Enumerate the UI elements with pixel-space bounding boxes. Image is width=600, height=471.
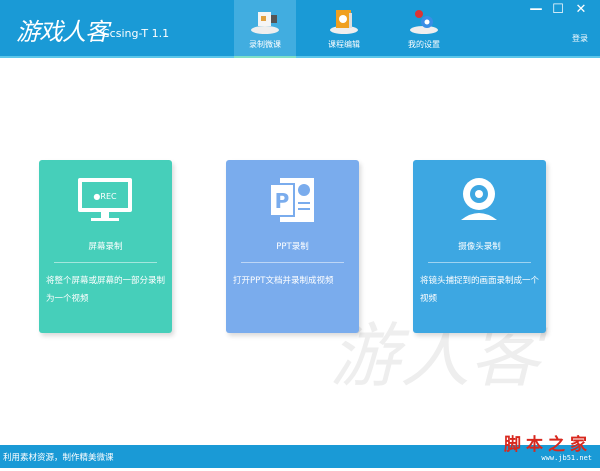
watermark-url: www.jb51.net <box>541 454 592 462</box>
status-text: 利用素材资源，制作精美微课 <box>3 453 114 463</box>
tab-label: 录制微课 <box>249 40 281 49</box>
login-link[interactable]: 登录 <box>572 33 588 44</box>
divider <box>241 262 344 263</box>
tab-record[interactable]: 录制微课 <box>234 0 296 58</box>
watermark-cn: 脚本之家 <box>504 435 592 455</box>
screen-record-card[interactable]: ●REC 屏幕录制 将整个屏幕或屏幕的一部分录制为一个视频 <box>39 160 172 333</box>
gear-icon <box>410 10 438 34</box>
card-title: 屏幕录制 <box>88 242 123 252</box>
app-logo: 游戏人客 <box>16 18 109 46</box>
tab-label: 课程编辑 <box>328 40 360 49</box>
camera-record-card[interactable]: 摄像头录制 将镜头捕捉到的画面录制成一个视频 <box>413 160 546 333</box>
close-button[interactable]: ✕ <box>573 2 589 17</box>
card-description: 打开PPT文档并录制成视频 <box>233 276 334 286</box>
app-version: Ccsing-T 1.1 <box>102 27 170 40</box>
svg-text:●REC: ●REC <box>93 192 117 201</box>
svg-text:P: P <box>275 189 290 213</box>
site-watermark: 脚本之家 www.jb51.net <box>504 430 592 462</box>
card-title: PPT录制 <box>276 242 309 252</box>
edit-course-icon <box>330 10 358 34</box>
ppt-record-card[interactable]: P PPT录制 打开PPT文档并录制成视频 <box>226 160 359 333</box>
tab-label: 我的设置 <box>408 40 440 49</box>
tab-edit[interactable]: 课程编辑 <box>313 0 375 58</box>
divider <box>54 262 157 263</box>
maximize-button[interactable]: ☐ <box>550 2 566 17</box>
powerpoint-icon: P <box>269 178 314 222</box>
divider <box>428 262 531 263</box>
card-description: 将镜头捕捉到的画面录制成一个视频 <box>420 276 540 304</box>
camera-icon <box>251 12 279 34</box>
tab-settings[interactable]: 我的设置 <box>393 0 455 58</box>
monitor-rec-icon: ●REC <box>78 178 132 221</box>
title-bar: 游戏人客 Ccsing-T 1.1 录制微课 课程编辑 我的设置 — ☐ ✕ 登… <box>0 0 600 58</box>
webcam-icon <box>461 178 497 220</box>
card-title: 摄像头录制 <box>458 242 501 252</box>
minimize-button[interactable]: — <box>528 2 544 17</box>
card-description: 将整个屏幕或屏幕的一部分录制为一个视频 <box>46 276 166 304</box>
